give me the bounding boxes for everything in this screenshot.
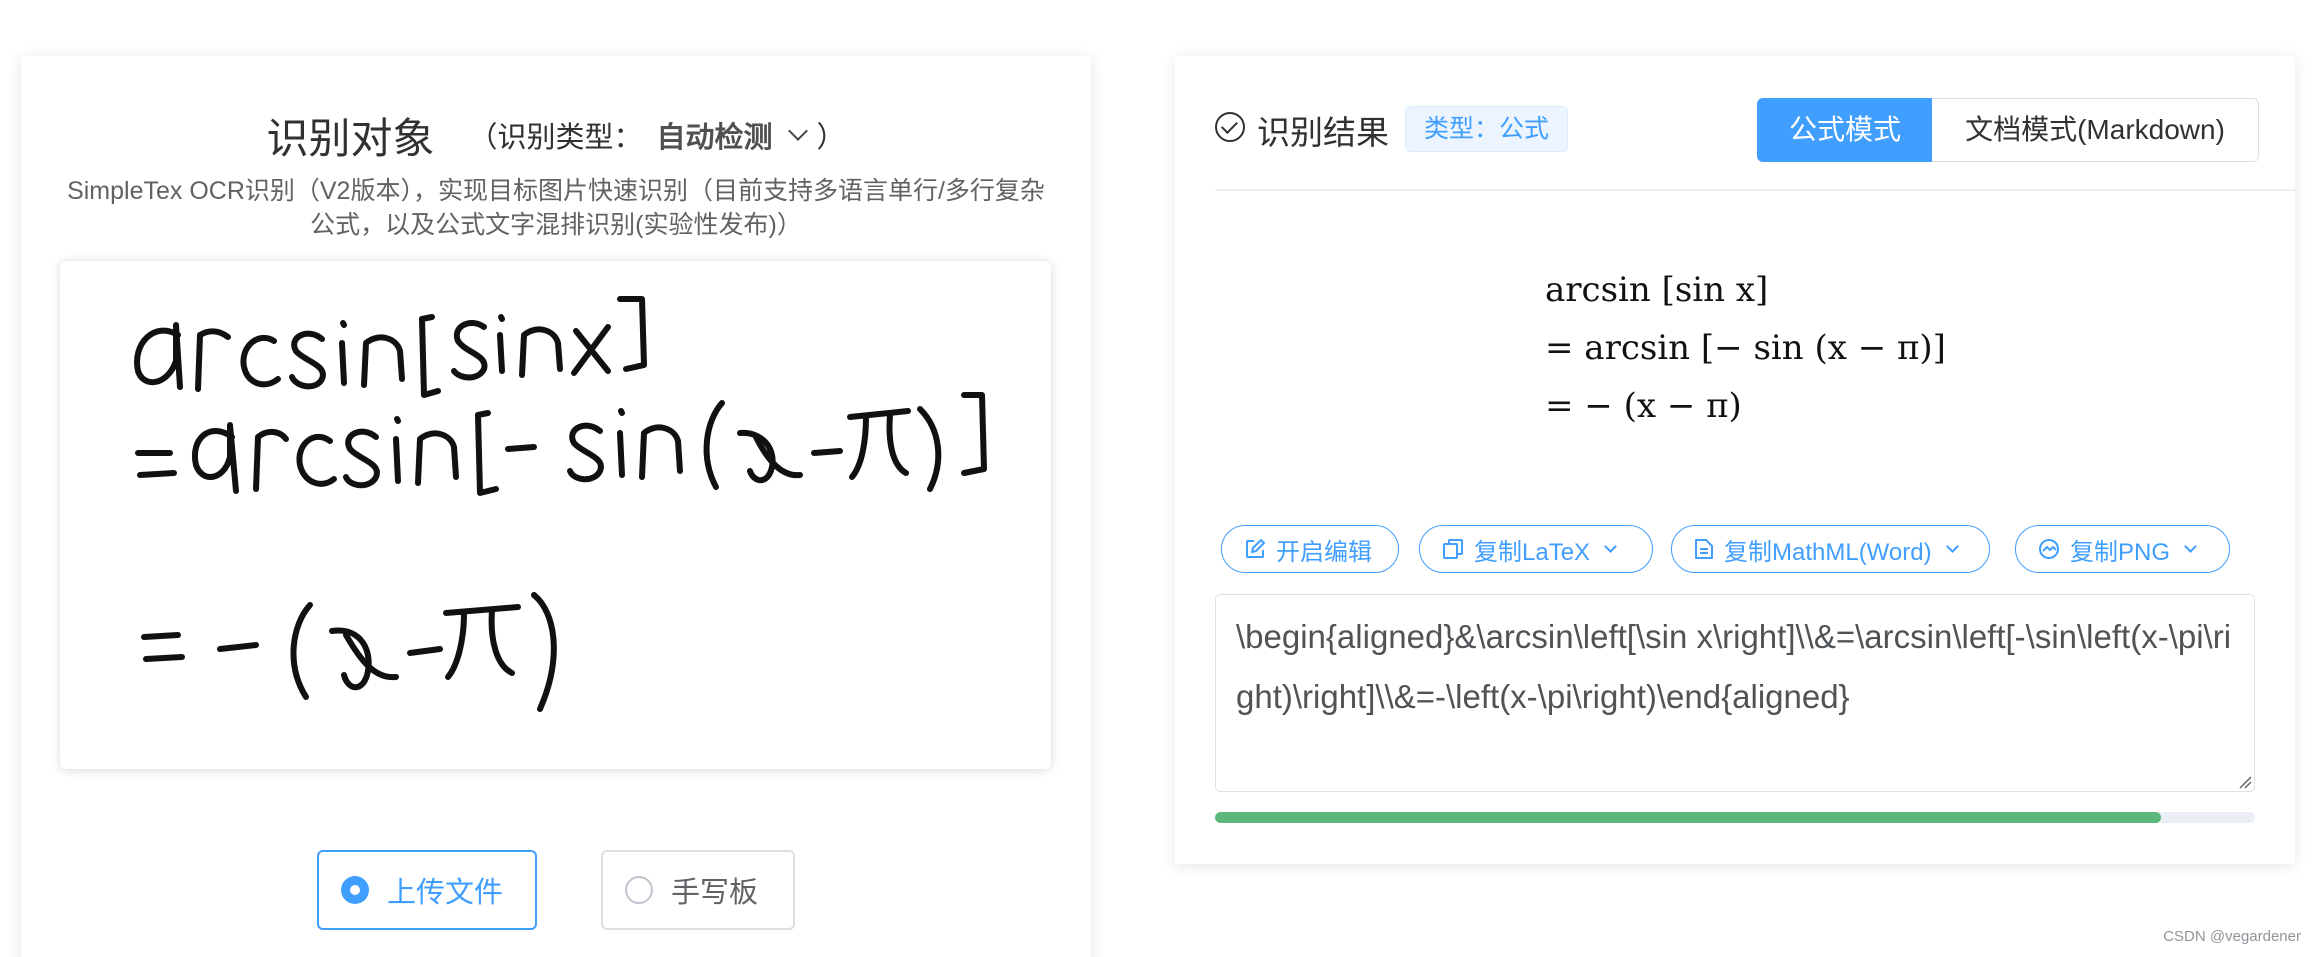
recognition-result-panel: 识别结果 类型：公式 公式模式 文档模式(Markdown) arcsin [s…: [1175, 56, 2295, 864]
copy-latex-label: 复制LaTeX: [1474, 538, 1591, 566]
handwriting-board-label: 手写板: [671, 877, 759, 909]
enable-edit-label: 开启编辑: [1276, 538, 1372, 566]
page: 识别对象 （ 识别类型： 自动检测 ） SimpleTex OCR识别（V2版本…: [0, 0, 2315, 957]
radio-checked-icon: [341, 876, 369, 904]
latex-output-textarea[interactable]: \begin{aligned}&\arcsin\left[\sin x\righ…: [1215, 594, 2255, 792]
type-close-paren: ）: [816, 122, 846, 154]
latex-output-text: \begin{aligned}&\arcsin\left[\sin x\righ…: [1236, 618, 2232, 715]
formula-line: arcsin [sin x]: [1545, 270, 1769, 310]
panel-description: SimpleTex OCR识别（V2版本），实现目标图片快速识别（目前支持多语言…: [67, 177, 1045, 239]
recognition-target-panel: 识别对象 （ 识别类型： 自动检测 ） SimpleTex OCR识别（V2版本…: [21, 56, 1091, 957]
formula-line: = − (x − π): [1545, 386, 1742, 426]
result-title: 识别结果: [1257, 114, 1389, 151]
chevron-down-icon: [1945, 539, 1959, 553]
copy-latex-button[interactable]: 复制LaTeX: [1419, 525, 1653, 573]
rendered-formula: arcsin [sin x] = arcsin [− sin (x − π)] …: [1545, 261, 2045, 435]
handwritten-formula-image: [134, 296, 987, 712]
chevron-down-icon: [1604, 539, 1617, 553]
panel-title: 识别对象: [266, 114, 435, 162]
copy-mathml-button[interactable]: 复制MathML(Word): [1671, 525, 1990, 573]
document-icon: [1695, 539, 1713, 559]
resize-handle-icon[interactable]: [2238, 775, 2252, 789]
progress-bar: [1215, 812, 2255, 823]
check-circle-icon: [1215, 112, 1245, 142]
upload-file-label: 上传文件: [387, 877, 504, 909]
copy-png-label: 复制PNG: [2070, 538, 2171, 566]
chevron-down-icon: [2184, 539, 2197, 553]
upload-file-radio[interactable]: 上传文件: [317, 850, 537, 930]
type-tag: 类型：公式: [1405, 106, 1569, 152]
watermark: CSDN @vegardener: [2163, 928, 2301, 945]
type-open-paren: （: [468, 122, 498, 154]
copy-mathml-label: 复制MathML(Word): [1724, 538, 1932, 566]
image-icon: [2039, 539, 2059, 559]
panel-header: 识别对象 （ 识别类型： 自动检测 ）: [21, 100, 1091, 170]
progress-fill: [1215, 812, 2162, 823]
document-mode-button[interactable]: 文档模式(Markdown): [1932, 98, 2259, 162]
copy-png-button[interactable]: 复制PNG: [2015, 525, 2230, 573]
copy-icon: [1443, 539, 1463, 559]
header-divider: [1215, 189, 2295, 191]
chevron-down-icon: [787, 121, 808, 141]
recognition-type-label: 识别类型：: [497, 122, 643, 154]
uploaded-image-preview[interactable]: [60, 261, 1051, 769]
edit-icon: [1246, 539, 1265, 558]
formula-mode-button[interactable]: 公式模式: [1757, 98, 1933, 162]
radio-unchecked-icon: [625, 876, 653, 904]
enable-edit-button[interactable]: 开启编辑: [1221, 525, 1399, 573]
handwriting-board-radio[interactable]: 手写板: [601, 850, 795, 930]
recognition-type-select[interactable]: （ 识别类型： 自动检测 ）: [468, 114, 846, 156]
formula-line: = arcsin [− sin (x − π)]: [1545, 328, 1946, 368]
recognition-type-value: 自动检测: [656, 122, 773, 154]
